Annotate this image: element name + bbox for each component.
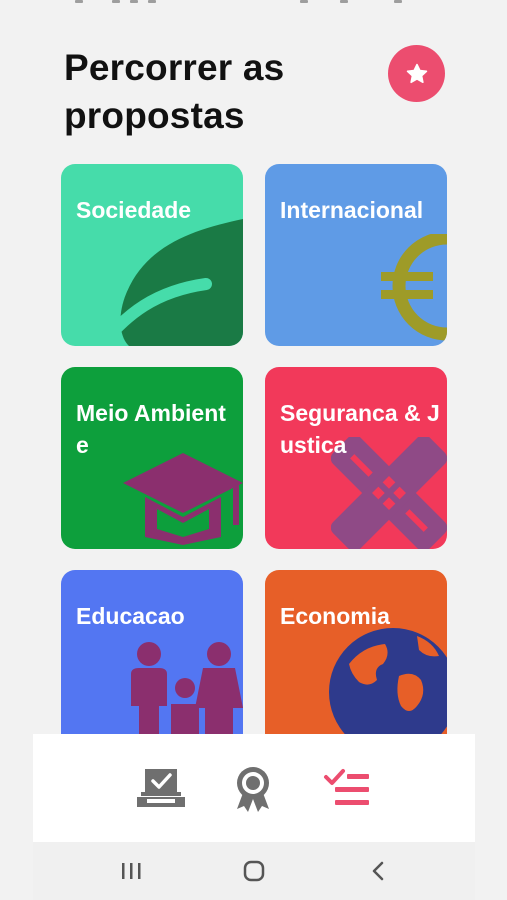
star-icon	[406, 63, 427, 83]
home-icon	[243, 860, 265, 882]
category-card-seguranca-justica[interactable]: Seguranca & Justica	[265, 367, 447, 549]
nav-item-vote[interactable]	[131, 764, 191, 814]
leaf-icon	[101, 219, 243, 346]
status-icon	[130, 0, 138, 3]
home-button[interactable]	[234, 858, 274, 884]
status-icon	[148, 0, 156, 3]
category-card-educacao[interactable]: Educacao	[61, 570, 243, 752]
category-label: Sociedade	[76, 197, 192, 223]
category-label: Seguranca & Justica	[280, 400, 440, 458]
nav-item-proposals[interactable]	[317, 764, 377, 814]
bottom-navigation	[33, 734, 475, 842]
status-icon	[75, 0, 83, 3]
status-icon	[300, 0, 308, 3]
nav-item-awards[interactable]	[223, 764, 283, 814]
category-card-economia[interactable]: Economia	[265, 570, 447, 752]
system-navigation-bar	[33, 842, 475, 900]
category-label: Economia	[280, 603, 390, 629]
category-label: Educacao	[76, 603, 185, 629]
status-icon	[394, 0, 402, 3]
category-label: Meio Ambiente	[76, 400, 226, 458]
status-bar	[0, 0, 507, 10]
category-card-meio-ambiente[interactable]: Meio Ambiente	[61, 367, 243, 549]
euro-icon	[381, 234, 447, 341]
back-icon	[372, 861, 384, 881]
status-icon	[340, 0, 348, 3]
favorites-button[interactable]	[388, 45, 445, 102]
category-card-internacional[interactable]: Internacional	[265, 164, 447, 346]
recents-icon	[122, 863, 141, 879]
recents-button[interactable]	[111, 858, 151, 884]
page-title: Percorrer as propostas	[64, 47, 285, 136]
award-badge-icon	[237, 767, 269, 812]
category-card-sociedade[interactable]: Sociedade	[61, 164, 243, 346]
category-label: Internacional	[280, 197, 424, 223]
back-button[interactable]	[358, 858, 398, 884]
family-icon	[131, 642, 243, 734]
checklist-icon	[324, 769, 369, 805]
globe-icon	[329, 628, 447, 734]
status-icon	[112, 0, 120, 3]
ballot-box-icon	[137, 769, 185, 807]
